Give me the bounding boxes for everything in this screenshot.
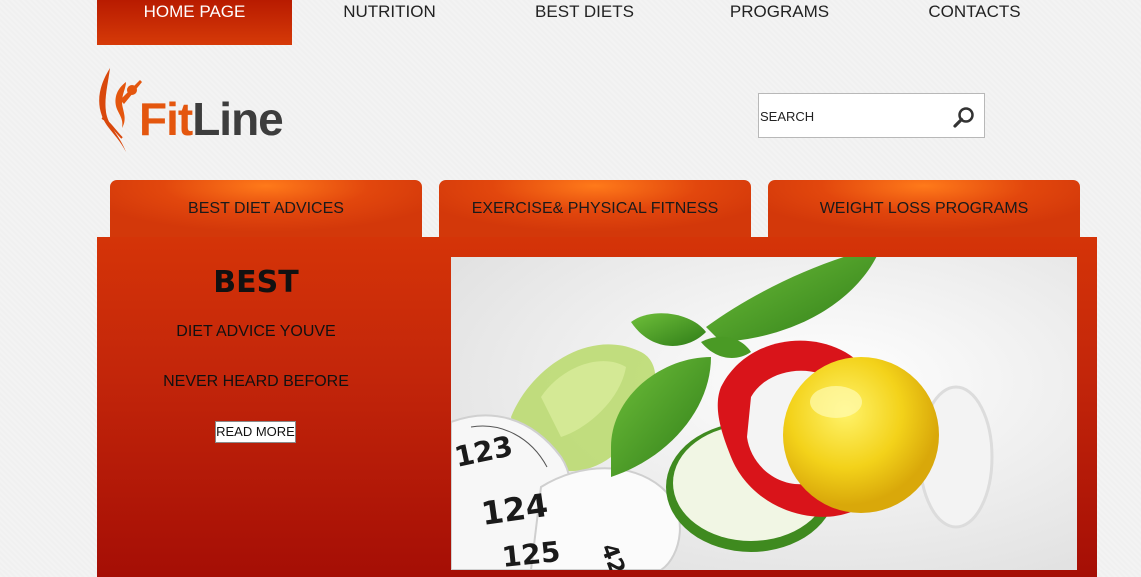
tape-number-125: 125 <box>500 535 562 570</box>
hero-photo: 123 124 125 42 <box>451 257 1077 570</box>
nav-programs[interactable]: PROGRAMS <box>682 0 877 45</box>
tab-exercise-physical-fitness[interactable]: EXERCISE& PHYSICAL FITNESS <box>439 180 751 238</box>
search-button[interactable] <box>952 105 976 129</box>
nav-home-page[interactable]: HOME PAGE <box>97 0 292 45</box>
promo-line-1: DIET ADVICE YOUVE <box>176 323 336 340</box>
search-box <box>758 93 985 138</box>
top-navigation: HOME PAGE NUTRITION BEST DIETS PROGRAMS … <box>97 0 1072 45</box>
vegetable-skewer-image: 123 124 125 42 <box>451 257 1077 570</box>
site-logo[interactable]: FitLine <box>96 66 316 158</box>
promo-block: BEST DIET ADVICE YOUVE NEVER HEARD BEFOR… <box>97 237 415 570</box>
search-icon <box>953 107 974 128</box>
search-input[interactable] <box>760 106 940 126</box>
dancer-swirl-icon <box>99 68 142 152</box>
nav-nutrition[interactable]: NUTRITION <box>292 0 487 45</box>
promo-line-2: NEVER HEARD BEFORE <box>163 373 349 390</box>
nav-contacts[interactable]: CONTACTS <box>877 0 1072 45</box>
logo-text-line: Line <box>192 93 284 145</box>
nav-best-diets[interactable]: BEST DIETS <box>487 0 682 45</box>
promo-title: BEST <box>213 265 299 300</box>
read-more-button[interactable]: READ MORE <box>215 421 296 443</box>
logo-text-fit: Fit <box>139 93 193 145</box>
logo-text: FitLine <box>139 92 284 146</box>
tab-weight-loss-programs[interactable]: WEIGHT LOSS PROGRAMS <box>768 180 1080 238</box>
tab-best-diet-advices[interactable]: BEST DIET ADVICES <box>110 180 422 238</box>
